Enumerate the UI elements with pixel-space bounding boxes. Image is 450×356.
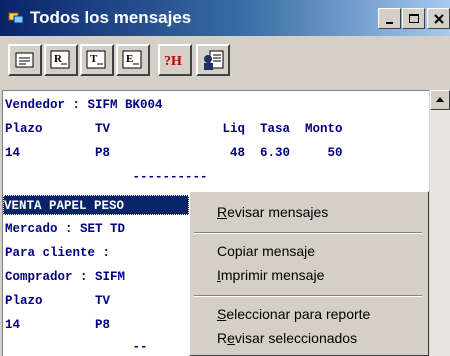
menu-item-label: evisar mensajes: [227, 204, 329, 220]
title-bar[interactable]: Todos los mensajes: [0, 0, 450, 36]
report-t-icon: T: [86, 50, 106, 69]
close-icon: [433, 13, 444, 24]
context-menu: Revisar mensajes Copiar mensaje Imprimir…: [189, 191, 429, 356]
accel-key: R: [217, 204, 228, 220]
message-line: Comprador : SIFM: [5, 270, 126, 284]
maximize-button[interactable]: [402, 8, 425, 29]
message-line: Mercado : SET TD: [5, 222, 126, 236]
message-line: 14 P8: [5, 318, 111, 332]
messages-window: Todos los mensajes R T E ?H Vendedor: S…: [0, 0, 450, 356]
accel-key: S: [217, 306, 227, 322]
menu-item-label: visar seleccionados: [234, 330, 358, 346]
svg-text:?H: ?H: [164, 54, 182, 69]
message-list-button[interactable]: [8, 44, 42, 76]
svg-text:R: R: [54, 53, 63, 65]
message-line: Plazo TV Liq Tasa Monto: [5, 122, 343, 136]
message-line: --: [5, 340, 148, 354]
help-button[interactable]: ?H: [158, 44, 192, 76]
menu-item-label: eleccionar para reporte: [226, 306, 371, 322]
maximize-icon: [408, 13, 419, 23]
selected-message-line[interactable]: VENTA PAPEL PESO: [3, 195, 189, 215]
menu-item-label: mprimir mensaje: [220, 267, 325, 283]
menu-item-revisar-seleccionados[interactable]: Revisar seleccionados: [217, 330, 357, 346]
toolbar: R T E ?H: [0, 36, 450, 86]
message-line: 14 P8 48 6.30 50: [5, 146, 343, 160]
message-line: ----------: [5, 170, 208, 184]
minimize-icon: [385, 21, 393, 24]
report-e-icon: E: [122, 50, 142, 69]
report-t-button[interactable]: T: [80, 44, 114, 76]
help-icon: ?H: [164, 54, 182, 69]
app-icon: [8, 10, 24, 26]
message-line: Para cliente :: [5, 246, 111, 260]
close-button[interactable]: [427, 8, 450, 29]
menu-separator: [194, 232, 422, 234]
message-line: Vendedor : SIFM BK004: [5, 98, 163, 112]
report-r-button[interactable]: R: [44, 44, 78, 76]
window-title: Todos los mensajes: [30, 8, 192, 27]
user-document-button[interactable]: [196, 44, 230, 76]
minimize-button[interactable]: [378, 8, 401, 29]
menu-item-seleccionar-para-reporte[interactable]: Seleccionar para reporte: [217, 306, 370, 322]
scroll-up-button[interactable]: [430, 90, 450, 110]
vertical-scrollbar[interactable]: [430, 90, 450, 356]
menu-separator: [194, 295, 422, 297]
report-r-icon: R: [50, 50, 70, 69]
arrow-up-icon: [436, 97, 444, 102]
menu-item-revisar-mensajes[interactable]: Revisar mensajes: [217, 204, 328, 220]
menu-item-copiar-mensaje[interactable]: Copiar mensaje: [217, 243, 315, 259]
report-e-button[interactable]: E: [116, 44, 150, 76]
svg-text:T: T: [90, 53, 98, 65]
message-list-icon: [15, 52, 34, 68]
menu-item-label: R: [217, 330, 228, 346]
message-line: Plazo TV: [5, 294, 111, 308]
svg-text:E: E: [126, 53, 133, 65]
menu-item-imprimir-mensaje[interactable]: Imprimir mensaje: [217, 267, 324, 283]
user-document-icon: [204, 50, 224, 70]
accel-key: e: [227, 330, 235, 346]
